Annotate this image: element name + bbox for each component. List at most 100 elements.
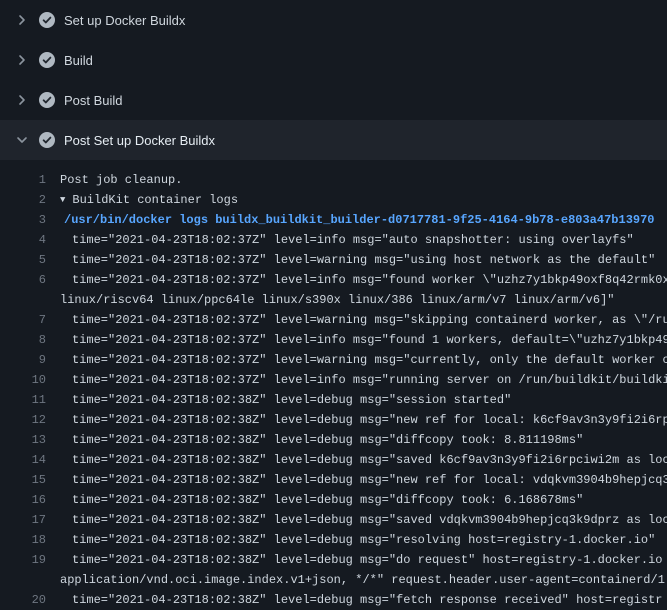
log-text-cell: linux/riscv64 linux/ppc64le linux/s390x … xyxy=(46,290,667,310)
chevron-right-icon xyxy=(14,52,30,68)
log-line-continuation: application/vnd.oci.image.index.v1+json,… xyxy=(0,570,667,590)
log-line: 6 time="2021-04-23T18:02:37Z" level=info … xyxy=(0,270,667,290)
line-number: 1 xyxy=(0,170,46,190)
check-circle-icon xyxy=(39,92,55,108)
step-header[interactable]: Build xyxy=(0,40,667,80)
line-number: 7 xyxy=(0,310,46,330)
step-header[interactable]: Post Set up Docker Buildx xyxy=(0,120,667,160)
log-text-cell: /usr/bin/docker logs buildx_buildkit_bui… xyxy=(46,210,667,230)
line-number xyxy=(0,570,46,590)
log-line: 12 time="2021-04-23T18:02:38Z" level=debu… xyxy=(0,410,667,430)
line-number: 4 xyxy=(0,230,46,250)
line-number: 9 xyxy=(0,350,46,370)
log-text-cell: application/vnd.oci.image.index.v1+json,… xyxy=(46,570,667,590)
log-line: 18time="2021-04-23T18:02:38Z" level=debu… xyxy=(0,530,667,550)
log-line: 3/usr/bin/docker logs buildx_buildkit_bu… xyxy=(0,210,667,230)
log-text-cell: time="2021-04-23T18:02:38Z" level=debug … xyxy=(46,510,667,530)
line-number: 16 xyxy=(0,490,46,510)
line-number: 14 xyxy=(0,450,46,470)
line-number: 10 xyxy=(0,370,46,390)
log-text: Post job cleanup. xyxy=(60,173,182,187)
line-number: 13 xyxy=(0,430,46,450)
log-text: time="2021-04-23T18:02:38Z" level=debug … xyxy=(72,513,667,527)
line-number: 18 xyxy=(0,530,46,550)
log-line: 14 time="2021-04-23T18:02:38Z" level=debu… xyxy=(0,450,667,470)
log-text-cell: time="2021-04-23T18:02:37Z" level=info m… xyxy=(46,330,667,350)
log-text: time="2021-04-23T18:02:37Z" level=warnin… xyxy=(72,253,655,267)
log-text-cell: time="2021-04-23T18:02:37Z" level=info m… xyxy=(46,230,667,250)
log-text: time="2021-04-23T18:02:38Z" level=debug … xyxy=(72,453,667,467)
workflow-log-viewer: { "steps": [ {"label": "Set up Docker Bu… xyxy=(0,0,667,600)
log-line: 17 time="2021-04-23T18:02:38Z" level=debu… xyxy=(0,510,667,530)
log-line: 10 time="2021-04-23T18:02:37Z" level=info… xyxy=(0,370,667,390)
log-text: time="2021-04-23T18:02:38Z" level=debug … xyxy=(72,553,667,567)
log-text-cell: time="2021-04-23T18:02:38Z" level=debug … xyxy=(46,410,667,430)
log-group-toggle-icon[interactable]: ▼ xyxy=(60,190,65,210)
log-text-cell: time="2021-04-23T18:02:38Z" level=debug … xyxy=(46,390,667,410)
log-text-cell: time="2021-04-23T18:02:38Z" level=debug … xyxy=(46,470,667,490)
log-text-cell: time="2021-04-23T18:02:37Z" level=warnin… xyxy=(46,310,667,330)
log-area[interactable]: 1 Post job cleanup. 2 ▼ BuildKit container l… xyxy=(0,160,667,610)
line-number: 17 xyxy=(0,510,46,530)
log-line: 4 time="2021-04-23T18:02:37Z" level=info … xyxy=(0,230,667,250)
log-text: time="2021-04-23T18:02:37Z" level=info m… xyxy=(72,333,667,347)
chevron-right-icon xyxy=(14,12,30,28)
step-header[interactable]: Set up Docker Buildx xyxy=(0,0,667,40)
check-circle-icon xyxy=(39,132,55,148)
check-circle-icon xyxy=(39,52,55,68)
log-text: time="2021-04-23T18:02:38Z" level=debug … xyxy=(72,393,511,407)
log-text-cell: Post job cleanup. xyxy=(46,170,667,190)
log-text: time="2021-04-23T18:02:37Z" level=info m… xyxy=(72,273,667,287)
line-number: 15 xyxy=(0,470,46,490)
line-number xyxy=(0,290,46,310)
step-header[interactable]: Post Build xyxy=(0,80,667,120)
log-line-continuation: linux/riscv64 linux/ppc64le linux/s390x … xyxy=(0,290,667,310)
log-text: linux/riscv64 linux/ppc64le linux/s390x … xyxy=(60,293,615,307)
step-label: Post Set up Docker Buildx xyxy=(64,133,215,148)
log-text-cell: time="2021-04-23T18:02:38Z" level=debug … xyxy=(46,550,667,570)
line-number: 12 xyxy=(0,410,46,430)
log-text: time="2021-04-23T18:02:37Z" level=info m… xyxy=(72,373,667,387)
line-number: 5 xyxy=(0,250,46,270)
log-line: 11time="2021-04-23T18:02:38Z" level=debu… xyxy=(0,390,667,410)
step-label: Set up Docker Buildx xyxy=(64,13,185,28)
log-text-cell: time="2021-04-23T18:02:37Z" level=warnin… xyxy=(46,350,667,370)
log-text-cell: time="2021-04-23T18:02:37Z" level=warnin… xyxy=(46,250,667,270)
log-text: time="2021-04-23T18:02:37Z" level=warnin… xyxy=(72,353,667,367)
log-text: time="2021-04-23T18:02:38Z" level=debug … xyxy=(72,593,663,607)
log-text: time="2021-04-23T18:02:37Z" level=info m… xyxy=(72,233,634,247)
log-text-cell: ▼ BuildKit container logs xyxy=(46,190,667,210)
log-line: 8 time="2021-04-23T18:02:37Z" level=info … xyxy=(0,330,667,350)
log-group-label: BuildKit container logs xyxy=(72,193,238,207)
log-text: time="2021-04-23T18:02:38Z" level=debug … xyxy=(72,473,667,487)
log-text: time="2021-04-23T18:02:37Z" level=warnin… xyxy=(72,313,667,327)
line-number: 8 xyxy=(0,330,46,350)
line-number: 2 xyxy=(0,190,46,210)
log-text-cell: time="2021-04-23T18:02:38Z" level=debug … xyxy=(46,530,667,550)
log-text-cell: time="2021-04-23T18:02:38Z" level=debug … xyxy=(46,430,667,450)
line-number: 20 xyxy=(0,590,46,610)
log-text-cell: time="2021-04-23T18:02:38Z" level=debug … xyxy=(46,590,667,610)
chevron-down-icon xyxy=(14,132,30,148)
log-text: time="2021-04-23T18:02:38Z" level=debug … xyxy=(72,433,583,447)
log-line: 20 time="2021-04-23T18:02:38Z" level=debu… xyxy=(0,590,667,610)
log-line: 15 time="2021-04-23T18:02:38Z" level=debu… xyxy=(0,470,667,490)
log-line: 2 ▼ BuildKit container logs xyxy=(0,190,667,210)
step-label: Build xyxy=(64,53,93,68)
log-line: 5 time="2021-04-23T18:02:37Z" level=warni… xyxy=(0,250,667,270)
line-number: 3 xyxy=(0,210,46,230)
check-circle-icon xyxy=(39,12,55,28)
log-text: time="2021-04-23T18:02:38Z" level=debug … xyxy=(72,413,667,427)
log-line: 9 time="2021-04-23T18:02:37Z" level=warni… xyxy=(0,350,667,370)
log-line: 19 time="2021-04-23T18:02:38Z" level=debu… xyxy=(0,550,667,570)
line-number: 6 xyxy=(0,270,46,290)
log-text-cell: time="2021-04-23T18:02:38Z" level=debug … xyxy=(46,450,667,470)
command-text: /usr/bin/docker logs buildx_buildkit_bui… xyxy=(64,213,655,227)
steps-list: Set up Docker Buildx Build Post Build Post … xyxy=(0,0,667,160)
log-text: application/vnd.oci.image.index.v1+json,… xyxy=(60,573,667,587)
line-number: 19 xyxy=(0,550,46,570)
log-text-cell: time="2021-04-23T18:02:38Z" level=debug … xyxy=(46,490,667,510)
log-text: time="2021-04-23T18:02:38Z" level=debug … xyxy=(72,493,583,507)
log-line: 13 time="2021-04-23T18:02:38Z" level=debu… xyxy=(0,430,667,450)
log-line: 16 time="2021-04-23T18:02:38Z" level=debu… xyxy=(0,490,667,510)
